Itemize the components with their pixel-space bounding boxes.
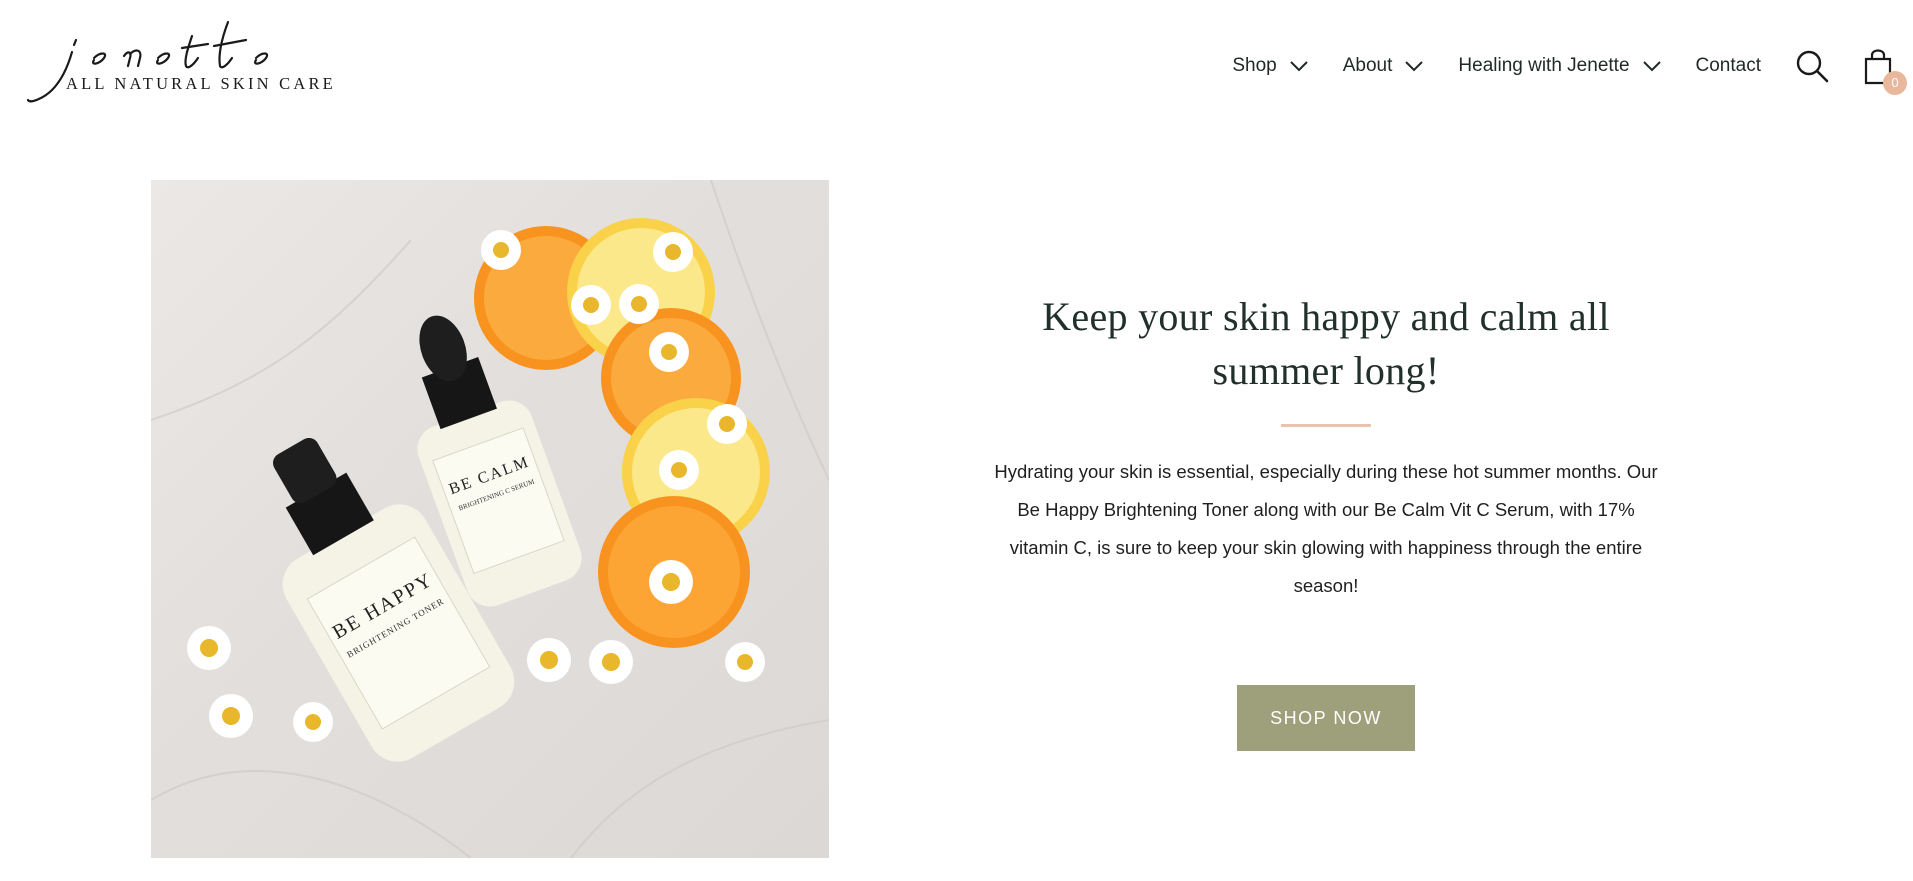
brand-logo[interactable]: ALL NATURAL SKIN CARE: [24, 18, 364, 114]
chevron-down-icon: [1405, 61, 1424, 72]
search-button[interactable]: [1795, 49, 1829, 83]
hero-content: Keep your skin happy and calm all summer…: [990, 290, 1662, 751]
nav-item-label: About: [1342, 55, 1393, 76]
cart-count-badge: 0: [1883, 71, 1907, 95]
nav-item-label: Shop: [1232, 55, 1277, 76]
logo-script-mark: [26, 20, 269, 103]
nav-item-shop[interactable]: Shop: [1232, 55, 1308, 77]
hero-description: Hydrating your skin is essential, especi…: [994, 461, 1658, 596]
nav-item-healing[interactable]: Healing with Jenette: [1458, 55, 1661, 77]
headline-divider: [1281, 424, 1371, 427]
nav-item-label: Healing with Jenette: [1458, 55, 1630, 76]
nav-item-about[interactable]: About: [1343, 55, 1425, 77]
hero-product-image: BE HAPPY BRIGHTENING TONER BE CALM BRIGH…: [151, 180, 829, 858]
logo-tagline: ALL NATURAL SKIN CARE: [66, 74, 336, 93]
site-header: ALL NATURAL SKIN CARE Shop About Healing…: [0, 0, 1913, 132]
nav-item-label: Contact: [1695, 55, 1761, 76]
page: ALL NATURAL SKIN CARE Shop About Healing…: [0, 0, 1913, 881]
chevron-down-icon: [1290, 61, 1308, 72]
chevron-down-icon: [1642, 61, 1661, 72]
hero-headline: Keep your skin happy and calm all summer…: [1042, 294, 1610, 393]
main-nav: Shop About Healing with Jenette Contact: [1198, 42, 1907, 95]
search-icon: [1796, 50, 1829, 83]
cart-button[interactable]: 0: [1863, 47, 1907, 95]
product-photo-illustration: BE HAPPY BRIGHTENING TONER BE CALM BRIGH…: [151, 180, 829, 858]
nav-item-contact[interactable]: Contact: [1696, 55, 1761, 77]
shop-now-button[interactable]: SHOP NOW: [1237, 685, 1415, 751]
